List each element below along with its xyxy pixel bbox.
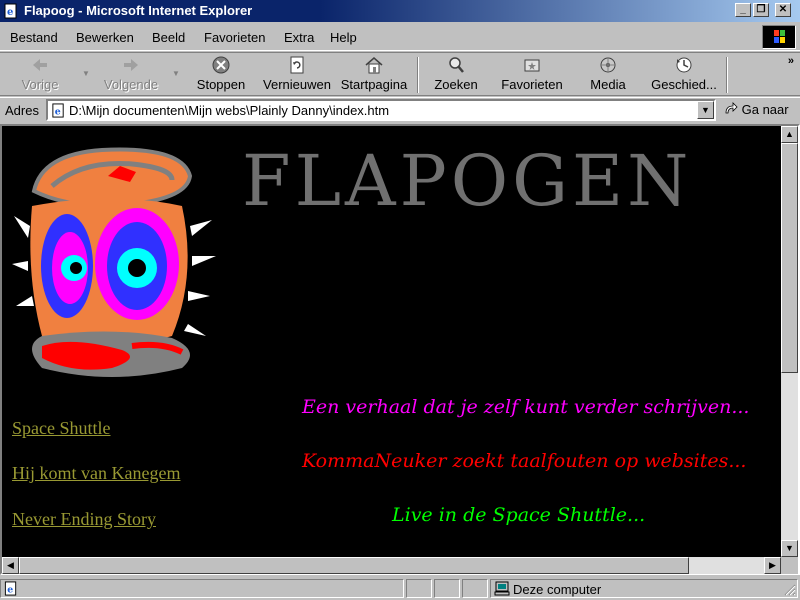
- svg-text:e: e: [55, 106, 61, 117]
- history-icon: [676, 57, 692, 73]
- menu-beeld[interactable]: Beeld: [152, 30, 185, 45]
- scroll-up-button[interactable]: ▲: [781, 126, 798, 143]
- vertical-scrollbar[interactable]: ▲ ▼: [781, 126, 798, 557]
- address-bar: Adres e ▼ Ga naar: [0, 97, 800, 123]
- scroll-left-button[interactable]: ◀: [2, 557, 19, 574]
- link-hij-komt-van-kanegem[interactable]: Hij komt van Kanegem: [12, 463, 180, 484]
- go-label: Ga naar: [741, 102, 789, 117]
- home-button[interactable]: Startpagina: [336, 55, 412, 95]
- address-box[interactable]: e ▼: [46, 99, 716, 121]
- menu-help[interactable]: Help: [330, 30, 357, 45]
- media-icon: [600, 57, 616, 73]
- address-input[interactable]: [69, 102, 689, 119]
- back-button[interactable]: Vorige: [8, 55, 72, 95]
- scroll-right-button[interactable]: ▶: [764, 557, 781, 574]
- tagline-story: Een verhaal dat je zelf kunt verder schr…: [302, 396, 750, 418]
- forward-button[interactable]: Volgende: [96, 55, 166, 95]
- link-never-ending-story[interactable]: Never Ending Story: [12, 509, 156, 530]
- stop-label: Stoppen: [196, 77, 246, 92]
- vertical-scroll-thumb[interactable]: [781, 143, 798, 373]
- windows-logo-icon: [762, 25, 796, 49]
- favorites-label: Favorieten: [501, 77, 563, 92]
- go-arrow-icon: [725, 102, 738, 114]
- status-main-pane: e: [0, 579, 404, 598]
- status-pane: [434, 579, 460, 598]
- back-label: Vorige: [21, 77, 59, 92]
- tagline-kommaneuker: KommaNeuker zoekt taalfouten op websites…: [302, 450, 747, 472]
- menu-extra[interactable]: Extra: [284, 30, 314, 45]
- link-space-shuttle[interactable]: Space Shuttle: [12, 418, 110, 439]
- scroll-down-button[interactable]: ▼: [781, 540, 798, 557]
- svg-text:e: e: [7, 584, 13, 595]
- forward-label: Volgende: [103, 77, 159, 92]
- status-zone-pane: Deze computer: [490, 579, 798, 598]
- media-button[interactable]: Media: [582, 55, 634, 95]
- search-icon: [449, 57, 464, 73]
- home-label: Startpagina: [340, 77, 408, 92]
- toolbar-separator: [417, 57, 419, 93]
- address-dropdown-button[interactable]: ▼: [697, 101, 714, 119]
- media-label: Media: [590, 77, 626, 92]
- forward-dropdown-icon[interactable]: ▼: [172, 69, 180, 78]
- svg-text:e: e: [7, 7, 13, 18]
- back-dropdown-icon[interactable]: ▼: [82, 69, 90, 78]
- back-arrow-icon: [33, 59, 47, 71]
- minimize-button[interactable]: _: [735, 3, 751, 17]
- go-button[interactable]: Ga naar: [724, 102, 789, 117]
- favorites-button[interactable]: Favorieten: [496, 55, 568, 95]
- refresh-label: Vernieuwen: [263, 77, 331, 92]
- address-label: Adres: [5, 103, 39, 118]
- history-label: Geschied...: [651, 77, 717, 92]
- page-heading: FLAPOGEN: [242, 140, 693, 222]
- horizontal-scroll-thumb[interactable]: [19, 557, 689, 574]
- menu-bar: Bestand Bewerken Beeld Favorieten Extra …: [0, 23, 800, 51]
- resize-grip-icon[interactable]: [782, 582, 796, 596]
- tagline-space-shuttle: Live in de Space Shuttle...: [392, 504, 646, 526]
- forward-arrow-icon: [124, 59, 138, 71]
- page-viewport: FLAPOGEN Space Shuttle Hij komt van Kane…: [0, 124, 800, 575]
- flapoog-creature-logo: [12, 147, 216, 377]
- status-pane: [462, 579, 488, 598]
- title-bar[interactable]: e Flapoog - Microsoft Internet Explorer …: [0, 0, 800, 22]
- stop-icon: [212, 56, 230, 74]
- ie-page-icon: e: [52, 103, 64, 118]
- close-button[interactable]: ✕: [775, 3, 791, 17]
- history-button[interactable]: Geschied...: [646, 55, 722, 95]
- computer-icon: [494, 581, 510, 596]
- status-zone-label: Deze computer: [513, 582, 602, 597]
- toolbar-separator: [726, 57, 728, 93]
- restore-button[interactable]: ❐: [753, 3, 769, 17]
- ie-page-icon: e: [4, 581, 17, 596]
- home-icon: [365, 57, 383, 74]
- window-title: Flapoog - Microsoft Internet Explorer: [24, 3, 253, 18]
- horizontal-scrollbar[interactable]: ◀ ▶: [2, 557, 781, 574]
- menu-favorieten[interactable]: Favorieten: [204, 30, 265, 45]
- ie-page-icon: e: [4, 3, 17, 19]
- stop-button[interactable]: Stoppen: [191, 55, 251, 95]
- menu-bewerken[interactable]: Bewerken: [76, 30, 134, 45]
- search-label: Zoeken: [434, 77, 478, 92]
- status-pane: [406, 579, 432, 598]
- toolbar-more-button[interactable]: »: [788, 55, 794, 67]
- favorites-icon: [524, 59, 540, 72]
- status-bar: e Deze computer: [0, 577, 800, 600]
- standard-toolbar: Vorige ▼ Volgende ▼ Stoppen Vernieuwen S…: [0, 52, 800, 96]
- refresh-button[interactable]: Vernieuwen: [258, 55, 336, 95]
- web-page: FLAPOGEN Space Shuttle Hij komt van Kane…: [2, 126, 781, 557]
- menu-bestand[interactable]: Bestand: [10, 30, 58, 45]
- refresh-icon: [290, 56, 304, 74]
- search-button[interactable]: Zoeken: [426, 55, 486, 95]
- scrollbar-corner: [781, 557, 798, 574]
